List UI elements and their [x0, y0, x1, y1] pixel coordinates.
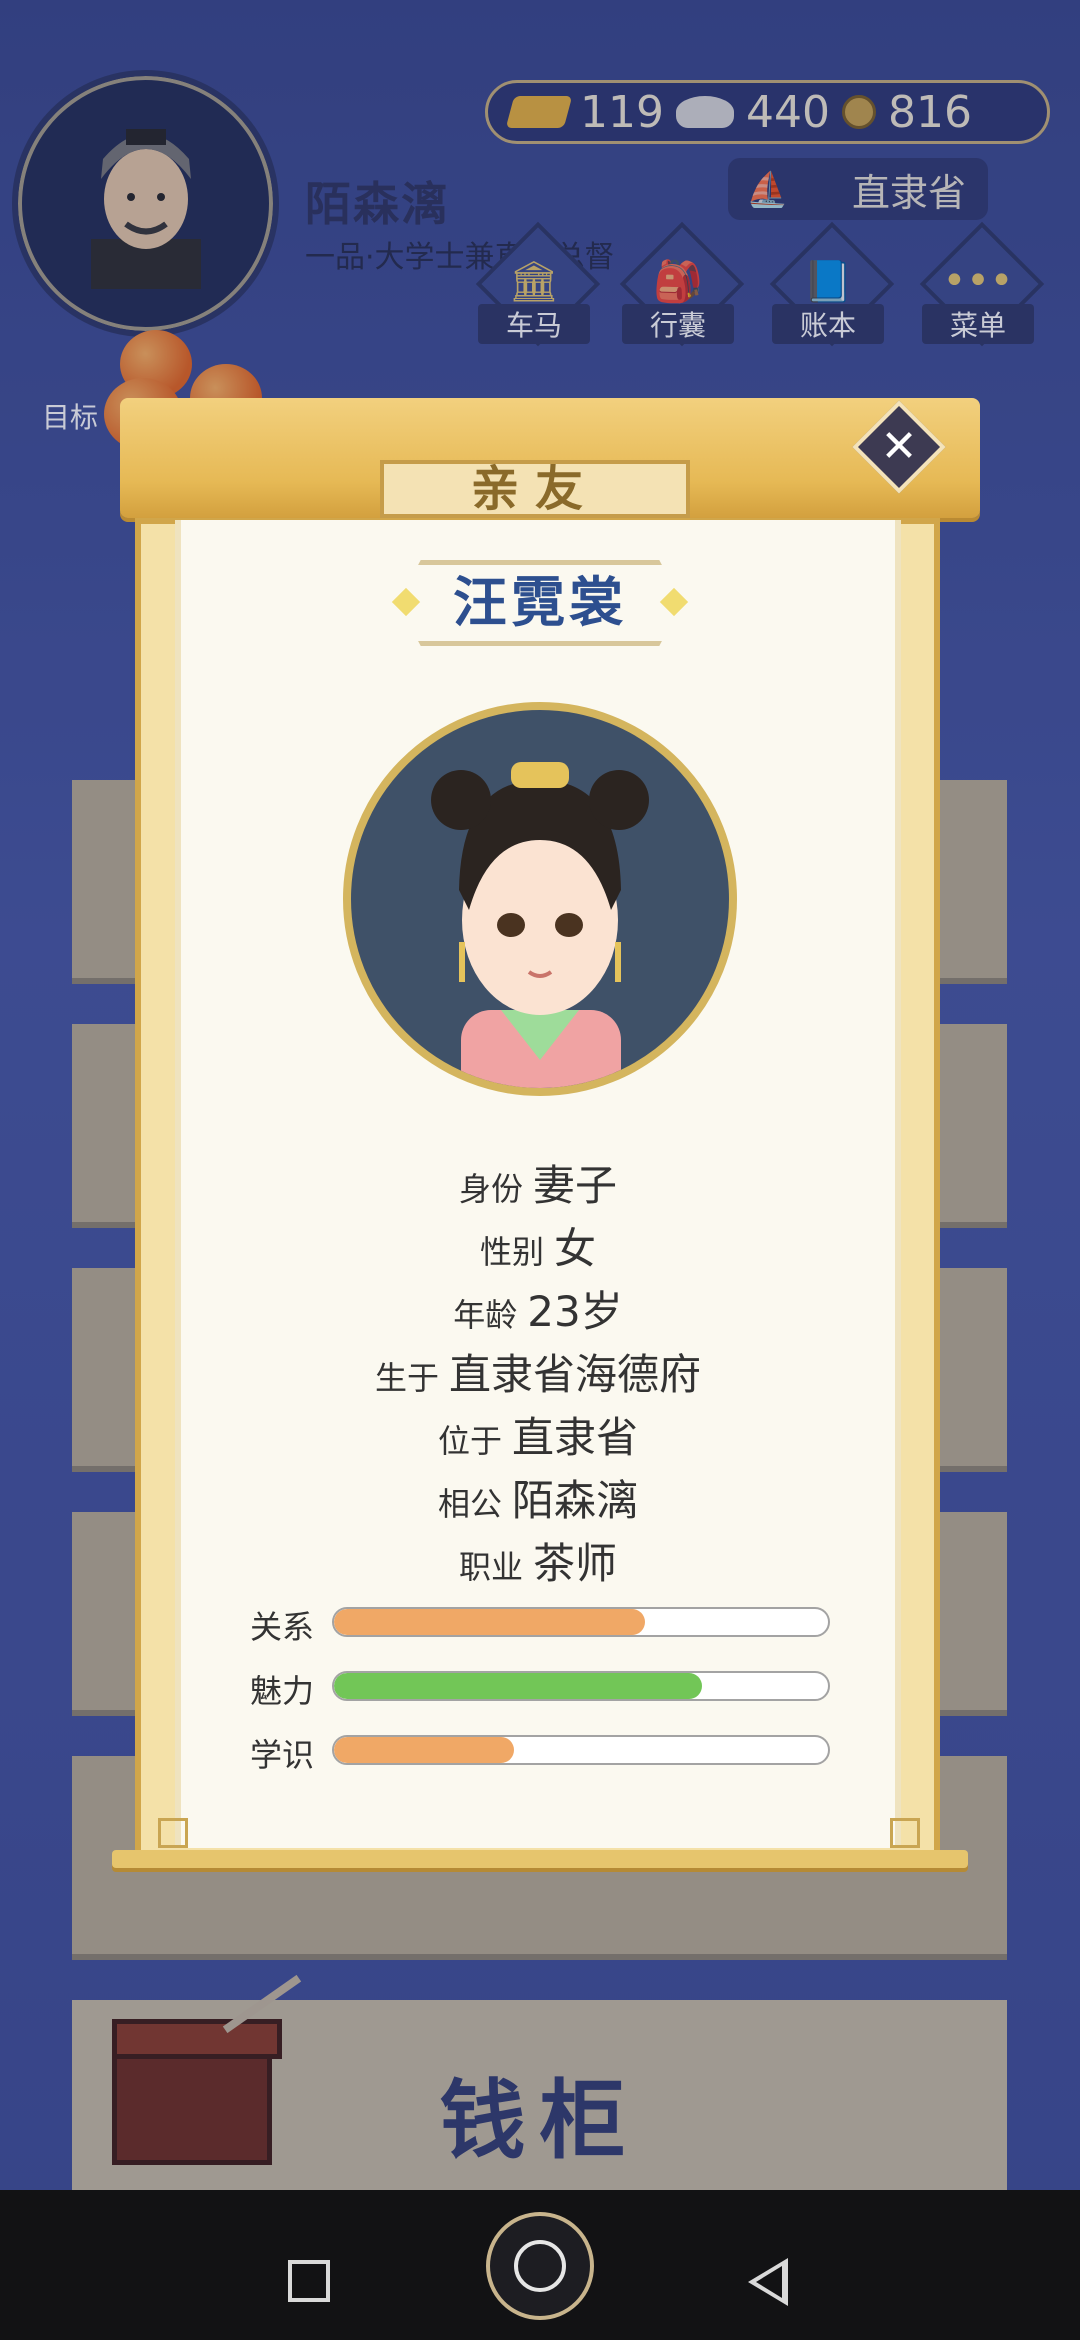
- stat-bar-charm: [332, 1671, 830, 1701]
- character-face-icon: [431, 762, 649, 1088]
- stat-label-relationship: 关系: [250, 1608, 315, 1646]
- character-portrait: [343, 702, 737, 1096]
- stat-bar-knowledge: [332, 1735, 830, 1765]
- character-name: 汪霓裳: [453, 571, 627, 634]
- corner-ornament: [890, 1818, 920, 1848]
- info-row-identity: 身份 妻子: [175, 1152, 901, 1213]
- info-key: 生于: [374, 1359, 439, 1397]
- info-value: 直隶省: [512, 1413, 639, 1462]
- info-value: 妻子: [533, 1161, 618, 1210]
- stat-fill: [334, 1609, 646, 1635]
- info-key: 身份: [458, 1170, 523, 1208]
- recents-button[interactable]: [288, 2260, 330, 2302]
- info-key: 年龄: [453, 1296, 518, 1334]
- stat-label-knowledge: 学识: [250, 1736, 315, 1774]
- scroll-bottom-rod: [112, 1850, 968, 1868]
- info-key: 位于: [437, 1422, 502, 1460]
- modal-title: 亲友: [380, 460, 690, 518]
- info-row-birthplace: 生于 直隶省海德府: [175, 1341, 901, 1402]
- info-value: 茶师: [533, 1539, 618, 1588]
- info-value: 23岁: [527, 1287, 623, 1336]
- info-value: 女: [554, 1224, 597, 1273]
- info-value: 陌森漓: [512, 1476, 639, 1525]
- info-value: 直隶省海德府: [449, 1350, 702, 1399]
- corner-ornament: [158, 1818, 188, 1848]
- stat-label-charm: 魅力: [250, 1672, 315, 1710]
- stat-fill: [334, 1737, 515, 1763]
- info-key: 职业: [458, 1548, 523, 1586]
- info-row-gender: 性别女: [175, 1215, 901, 1276]
- info-key: 相公: [437, 1485, 502, 1523]
- info-row-location: 位于 直隶省: [175, 1404, 901, 1465]
- stat-bar-relationship: [332, 1607, 830, 1637]
- stat-fill: [334, 1673, 703, 1699]
- back-icon: [756, 2266, 782, 2298]
- info-key: 性别: [479, 1233, 544, 1271]
- info-row-husband: 相公 陌森漓: [175, 1467, 901, 1528]
- home-icon: [514, 2240, 566, 2292]
- close-icon[interactable]: ✕: [866, 414, 932, 480]
- info-row-age: 年龄 23岁: [175, 1278, 901, 1339]
- info-row-occupation: 职业 茶师: [175, 1530, 901, 1591]
